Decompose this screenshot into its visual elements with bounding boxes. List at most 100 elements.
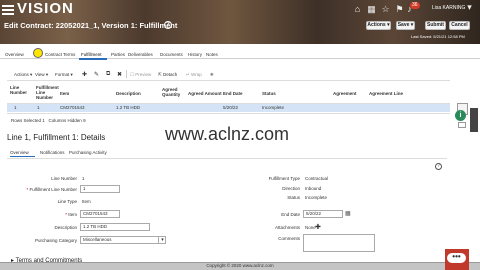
chevron-down-icon[interactable]: ▾ bbox=[158, 236, 166, 244]
calendar-icon[interactable]: ▦ bbox=[345, 210, 351, 217]
end-date-label: End Date bbox=[281, 212, 300, 217]
col-description[interactable]: Description bbox=[116, 91, 141, 96]
row-status: Incomplete bbox=[262, 105, 285, 110]
row-end-date: 5/20/22 bbox=[223, 105, 239, 110]
tab-documents[interactable]: Documents bbox=[160, 52, 183, 57]
tab-contract-terms[interactable]: Contract Terms bbox=[45, 52, 75, 57]
direction-label: Direction bbox=[282, 186, 300, 191]
duplicate-icon[interactable]: ⧉ bbox=[106, 71, 110, 78]
comments-label: Comments bbox=[278, 236, 300, 241]
details-title: Line 1, Fulfillment 1: Details bbox=[7, 133, 106, 142]
fulfillment-line-number-label-text: Fulfillment Line Number bbox=[29, 187, 77, 192]
fulfillment-type-value: Contractual bbox=[305, 176, 329, 181]
fulfillment-line-number-input[interactable]: 1 bbox=[80, 185, 120, 193]
tab-deliverables[interactable]: Deliverables bbox=[128, 52, 153, 57]
tab-overview[interactable]: Overview bbox=[5, 52, 24, 57]
side-panel-handle[interactable] bbox=[470, 108, 478, 132]
tab-fulfillment[interactable]: Fulfillment bbox=[81, 52, 102, 57]
footer-copyright: Copyright © 2020 www.aclnz.com bbox=[206, 263, 274, 268]
row-bottom-border bbox=[7, 113, 450, 114]
comments-textarea[interactable] bbox=[303, 234, 375, 252]
preview-label: Preview bbox=[135, 72, 152, 77]
rows-selected-text: Rows Selected 1 bbox=[11, 118, 45, 123]
detach-button[interactable]: ⇱ Detach bbox=[158, 72, 177, 78]
col-end-date[interactable]: End Date bbox=[223, 91, 243, 96]
item-label: * Item bbox=[65, 212, 77, 217]
row-fulfillment-line-number: 1 bbox=[37, 105, 40, 110]
line-number-value: 1 bbox=[82, 176, 85, 181]
submit-button[interactable]: Submit bbox=[425, 21, 446, 30]
columns-hidden-text: Columns Hidden 9 bbox=[48, 118, 86, 123]
star-icon[interactable]: ☆ bbox=[380, 4, 391, 15]
subtab-notifications[interactable]: Notifications bbox=[40, 150, 65, 155]
page-title: Edit Contract: 22052021_1, Version 1: Fu… bbox=[4, 21, 178, 30]
col-item[interactable]: Item bbox=[60, 91, 69, 96]
item-input[interactable]: CM2701543 bbox=[80, 210, 120, 218]
line-number-label: Line Number bbox=[51, 176, 77, 181]
tiles-icon[interactable] bbox=[458, 122, 466, 128]
delete-icon[interactable]: ✖ bbox=[117, 71, 122, 78]
rows-selected-status: Rows Selected 1 Columns Hidden 9 bbox=[11, 118, 86, 123]
actions-button[interactable]: Actions ▾ bbox=[366, 21, 391, 30]
description-input[interactable]: 1.2 TB HDD bbox=[80, 223, 150, 231]
line-type-label: Line Type bbox=[57, 199, 77, 204]
subtab-overview[interactable]: Overview bbox=[10, 150, 29, 155]
purchasing-category-label: Purchasing Category bbox=[34, 238, 77, 243]
user-menu[interactable]: Lisa KARNING bbox=[432, 5, 465, 11]
watermark: www.aclnz.com bbox=[165, 124, 290, 144]
last-saved-text: Last Saved: 5/21/21 12:58 PM bbox=[411, 34, 465, 39]
tab-parties[interactable]: Parties bbox=[111, 52, 125, 57]
subtab-purchasing-activity[interactable]: Purchasing Activity bbox=[69, 150, 107, 155]
fulfillment-type-label: Fulfillment Type bbox=[268, 176, 300, 181]
help-icon[interactable]: ? bbox=[435, 163, 442, 170]
table-top-border bbox=[7, 80, 450, 81]
line-type-value: Item bbox=[82, 199, 91, 204]
table-actions-menu[interactable]: Actions ▾ bbox=[14, 72, 32, 78]
tab-notes[interactable]: Notes bbox=[206, 52, 218, 57]
edit-icon[interactable]: ✎ bbox=[94, 71, 99, 78]
row-description: 1.2 TB HDD bbox=[116, 105, 141, 110]
col-agreement-line[interactable]: Agreement Line bbox=[369, 91, 403, 96]
save-button[interactable]: Save ▾ bbox=[396, 21, 415, 30]
col-agreement[interactable]: Agreement bbox=[333, 91, 357, 96]
col-agreed-amount[interactable]: Agreed Amount bbox=[188, 91, 222, 96]
cancel-button[interactable]: Cancel bbox=[449, 21, 470, 30]
col-fulfillment-line-number[interactable]: Fulfillment Line Number bbox=[36, 85, 60, 100]
preview-button[interactable]: ☐ Preview bbox=[130, 72, 151, 78]
subtab-bottom-border bbox=[7, 158, 447, 159]
description-label: Description bbox=[54, 225, 77, 230]
fulfillment-line-number-label: * Fulfillment Line Number bbox=[26, 187, 77, 192]
format-menu[interactable]: Format ▾ bbox=[55, 72, 73, 78]
direction-value: Inbound bbox=[305, 186, 322, 191]
toolbar-divider bbox=[126, 70, 127, 78]
view-menu[interactable]: View ▾ bbox=[35, 72, 48, 78]
app-logo: VISION bbox=[17, 0, 74, 17]
wrap-button[interactable]: ↵ Wrap bbox=[186, 72, 202, 78]
more-icon[interactable]: ••• bbox=[447, 253, 466, 263]
col-status[interactable]: Status bbox=[262, 91, 276, 96]
detach-label: Detach bbox=[163, 72, 178, 77]
help-icon[interactable]: ? bbox=[164, 21, 172, 29]
home-icon[interactable]: ⌂ bbox=[352, 4, 363, 15]
add-icon[interactable]: ✚ bbox=[82, 71, 87, 78]
status-value: Incomplete bbox=[305, 195, 328, 200]
user-chevron-icon[interactable]: ▾ bbox=[464, 2, 475, 13]
purchasing-category-select[interactable]: Miscellaneous bbox=[80, 236, 166, 244]
col-line-number[interactable]: Line Number bbox=[10, 85, 27, 95]
end-date-input[interactable]: 5/20/22 bbox=[303, 210, 343, 218]
tab-active-indicator bbox=[79, 58, 107, 60]
wrap-label: Wrap bbox=[191, 72, 202, 77]
row-item: CM2701543 bbox=[60, 105, 85, 110]
status-label: Status bbox=[287, 195, 300, 200]
cursor-highlight bbox=[33, 48, 43, 58]
apps-icon[interactable]: ▦ bbox=[366, 4, 377, 15]
row-line-number: 1 bbox=[14, 105, 17, 110]
freeze-icon[interactable]: ❄ bbox=[210, 72, 214, 78]
add-attachment-icon[interactable]: ✚ bbox=[315, 223, 321, 231]
menu-icon[interactable] bbox=[2, 5, 14, 15]
tab-history[interactable]: History bbox=[188, 52, 202, 57]
subtab-active-indicator bbox=[10, 156, 35, 157]
info-icon[interactable]: i bbox=[455, 110, 466, 121]
col-agreed-quantity[interactable]: Agreed Quantity bbox=[162, 87, 184, 97]
notification-badge: 36 bbox=[410, 2, 420, 9]
